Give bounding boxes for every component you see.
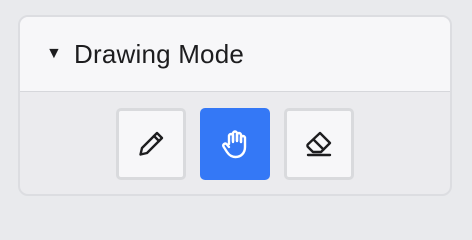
caret-down-icon: ▼ [46, 45, 62, 62]
pencil-icon [139, 131, 164, 156]
drawing-mode-panel: ▼ Drawing Mode [18, 15, 452, 196]
panel-title: Drawing Mode [74, 38, 245, 69]
eraser-icon [306, 131, 332, 157]
pan-tool-button[interactable] [200, 108, 270, 180]
pencil-tool-button[interactable] [116, 108, 186, 180]
eraser-tool-button[interactable] [284, 108, 354, 180]
drawing-mode-toggle[interactable]: ▼ Drawing Mode [20, 17, 450, 92]
drawing-toolbar [20, 92, 450, 180]
hand-icon [222, 130, 247, 159]
